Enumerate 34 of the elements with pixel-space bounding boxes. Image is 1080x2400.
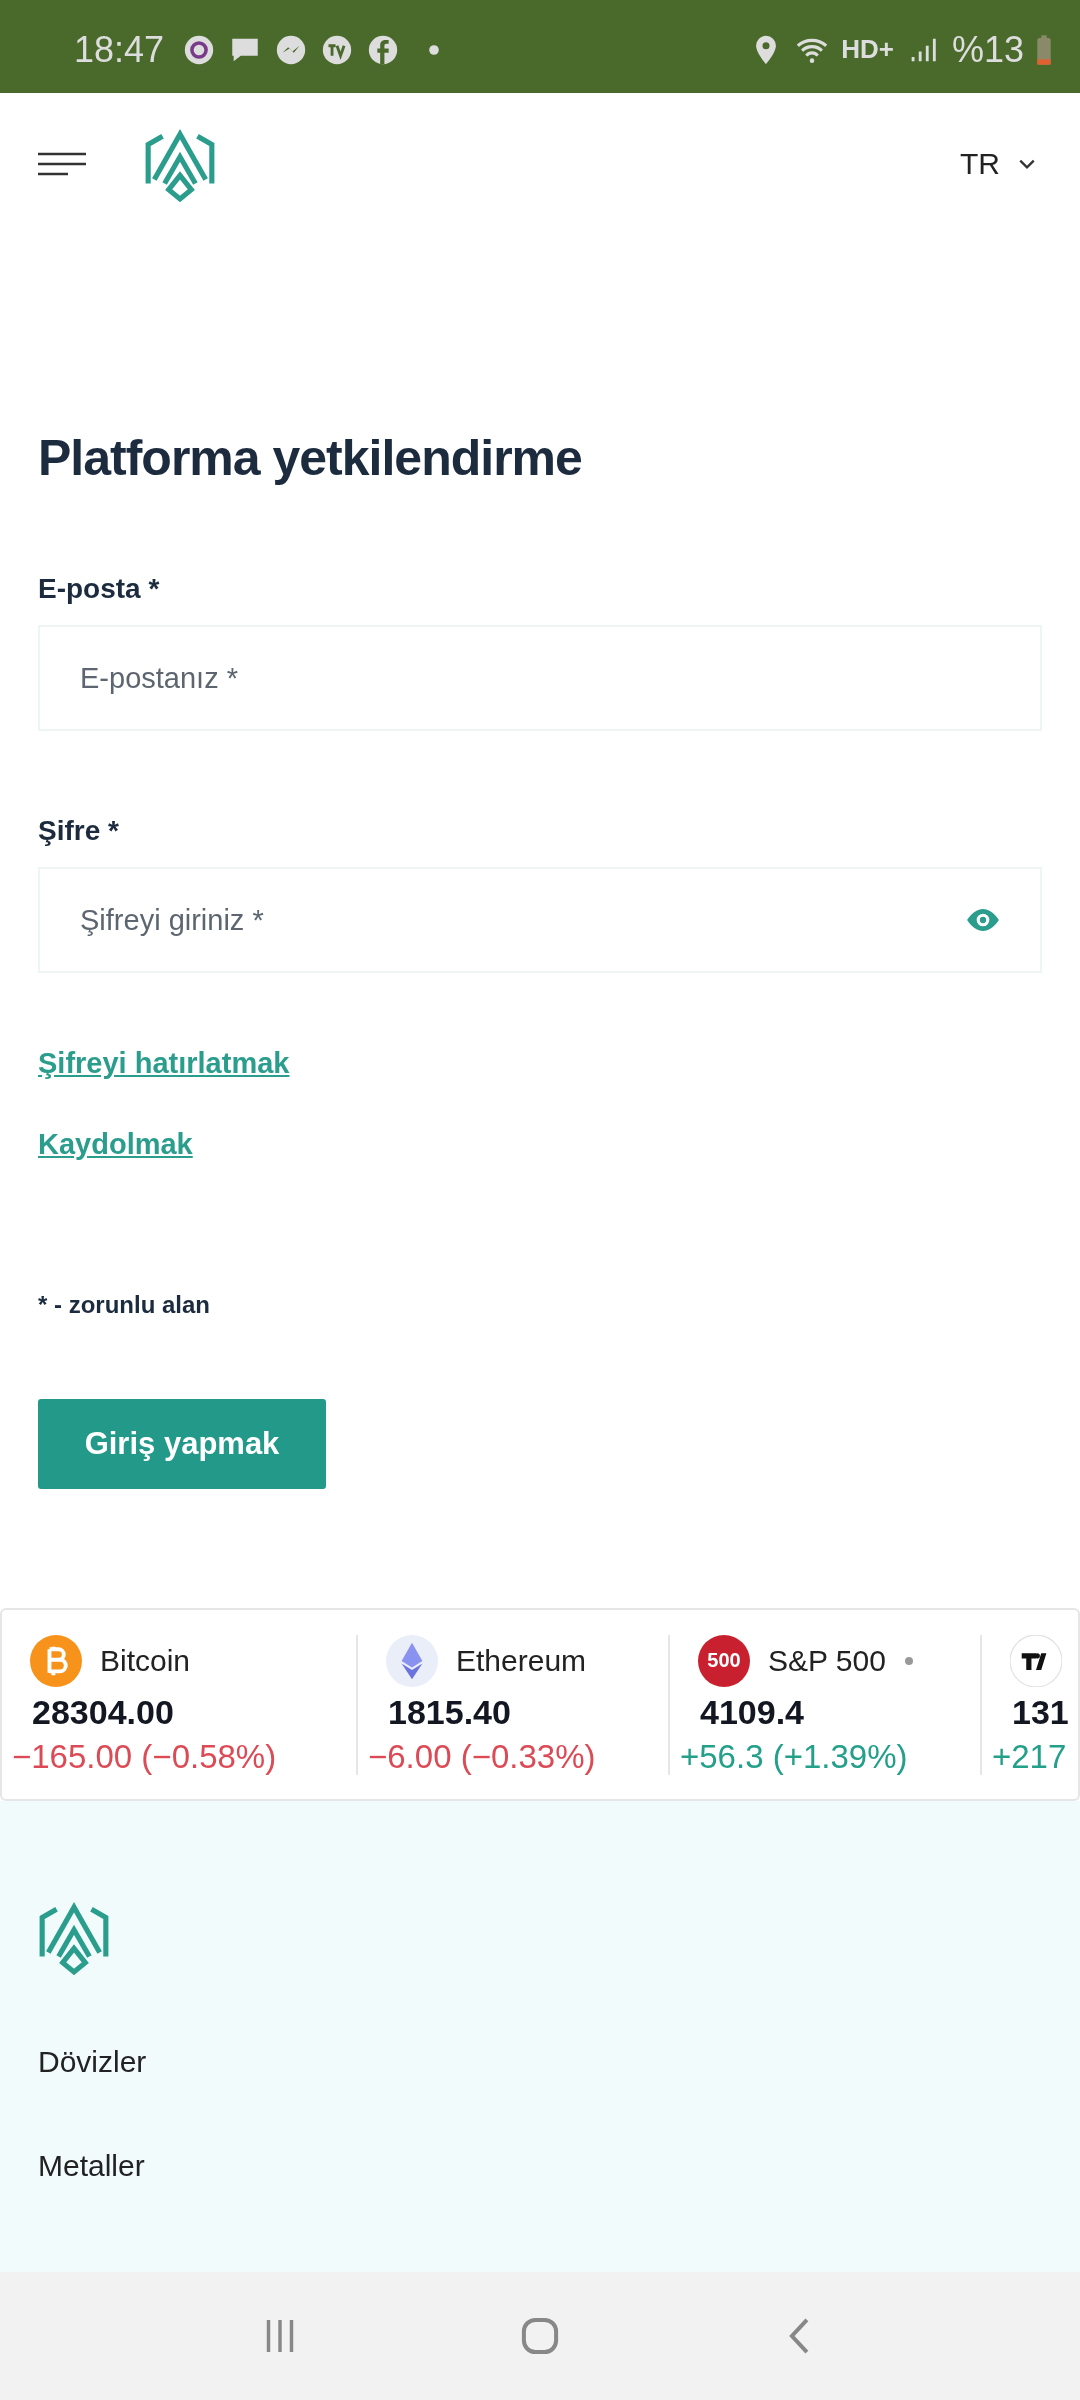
login-button[interactable]: Giriş yapmak xyxy=(38,1399,326,1489)
battery-level: %13 xyxy=(951,28,1024,71)
email-field[interactable]: E-postanız * xyxy=(38,625,1042,731)
asset-name: Ethereum xyxy=(456,1643,587,1678)
asset-name: Bitcoin xyxy=(100,1643,191,1678)
ethereum-icon xyxy=(386,1634,438,1687)
status-dot-icon xyxy=(903,1655,914,1666)
chart-logo-icon xyxy=(1010,1634,1062,1687)
language-selector[interactable]: TR xyxy=(956,143,1040,185)
asset-price: 1815.40 xyxy=(387,1692,512,1732)
status-time: 18:47 xyxy=(74,28,165,71)
asset-price: 28304.00 xyxy=(31,1692,175,1732)
menu-icon[interactable] xyxy=(38,152,86,176)
price-change: +217 xyxy=(992,1737,1068,1776)
price-change: −6.00 (−0.33%) xyxy=(368,1737,597,1776)
asset-name: S&P 500 xyxy=(768,1643,886,1678)
index-badge: 500 xyxy=(698,1634,750,1687)
dot-icon xyxy=(428,43,441,56)
price-change: −165.00 (−0.58%) xyxy=(12,1737,278,1776)
battery-icon xyxy=(1036,32,1052,67)
asset-price: 4109.4 xyxy=(699,1692,805,1732)
asset-price: 131 xyxy=(1011,1692,1070,1732)
field-label: E-posta * xyxy=(38,573,161,605)
network-type: HD+ xyxy=(841,34,894,65)
eye-icon[interactable] xyxy=(964,907,1002,933)
footer-link[interactable]: Metaller xyxy=(38,2149,1042,2183)
chevron-down-icon xyxy=(1018,158,1036,170)
password-field[interactable]: Şifreyi giriniz * xyxy=(38,867,1042,973)
page-title: Platforma yetkilendirme xyxy=(38,429,583,487)
price-change: +56.3 (+1.39%) xyxy=(680,1737,909,1776)
footer-link[interactable]: Dövizler xyxy=(38,2045,1042,2079)
bitcoin-icon xyxy=(30,1634,82,1687)
field-label: Şifre * xyxy=(38,815,120,847)
required-note: * - zorunlu alan xyxy=(38,1291,211,1319)
